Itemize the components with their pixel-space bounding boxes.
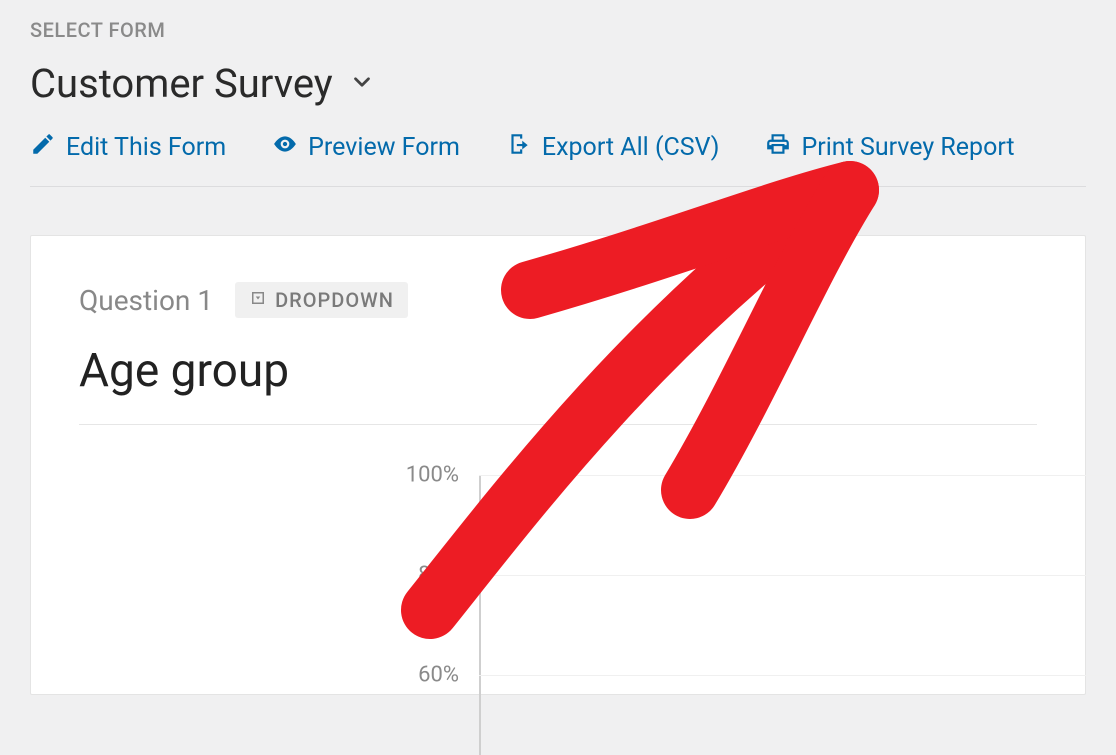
survey-chart: 100% 80% 60%	[379, 475, 1037, 755]
eye-icon	[272, 131, 298, 164]
dropdown-icon	[249, 289, 267, 311]
pencil-icon	[30, 131, 56, 164]
export-icon	[506, 131, 532, 164]
field-type-badge: DROPDOWN	[235, 282, 408, 318]
y-tick-label: 60%	[379, 663, 469, 688]
export-csv-link[interactable]: Export All (CSV)	[506, 131, 720, 164]
y-tick-label: 80%	[379, 563, 469, 588]
divider	[79, 424, 1037, 425]
y-tick-label: 100%	[379, 463, 469, 488]
field-type-text: DROPDOWN	[275, 288, 394, 312]
export-csv-label: Export All (CSV)	[542, 133, 720, 162]
preview-form-label: Preview Form	[308, 133, 460, 162]
gridline	[479, 675, 1116, 676]
edit-form-label: Edit This Form	[66, 133, 226, 162]
print-report-label: Print Survey Report	[801, 133, 1014, 162]
chevron-down-icon	[349, 69, 375, 99]
print-report-link[interactable]: Print Survey Report	[765, 131, 1014, 164]
print-icon	[765, 131, 791, 164]
select-form-label: SELECT FORM	[30, 18, 1086, 42]
question-label: Question 1	[79, 284, 213, 317]
form-selector[interactable]: Customer Survey	[30, 60, 1086, 107]
actions-row: Edit This Form Preview Form Export All (…	[30, 131, 1086, 187]
gridline	[479, 575, 1116, 576]
question-card: Question 1 DROPDOWN Age group 100% 80% 6…	[30, 235, 1086, 695]
form-name: Customer Survey	[30, 60, 333, 107]
question-title: Age group	[79, 344, 1037, 424]
preview-form-link[interactable]: Preview Form	[272, 131, 460, 164]
y-axis-line	[479, 475, 481, 755]
edit-form-link[interactable]: Edit This Form	[30, 131, 226, 164]
gridline	[479, 475, 1116, 476]
